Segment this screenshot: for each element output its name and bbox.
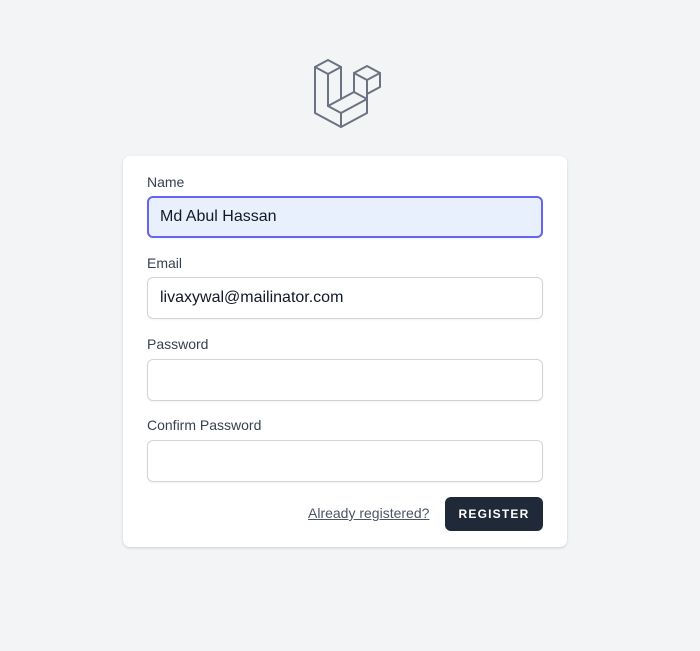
name-label: Name	[147, 174, 185, 190]
email-label: Email	[147, 255, 183, 271]
confirm-password-input[interactable]	[147, 440, 543, 482]
email-input[interactable]	[147, 277, 543, 319]
already-registered-link[interactable]: Already registered?	[308, 505, 429, 521]
laravel-logo-icon[interactable]	[312, 57, 384, 129]
register-form: Name Email Password Confirm Password Alr…	[123, 156, 567, 547]
register-button[interactable]: REGISTER	[445, 497, 543, 531]
confirm-password-label: Confirm Password	[147, 417, 262, 433]
password-label: Password	[147, 336, 209, 352]
name-input[interactable]	[147, 196, 543, 238]
password-input[interactable]	[147, 359, 543, 401]
